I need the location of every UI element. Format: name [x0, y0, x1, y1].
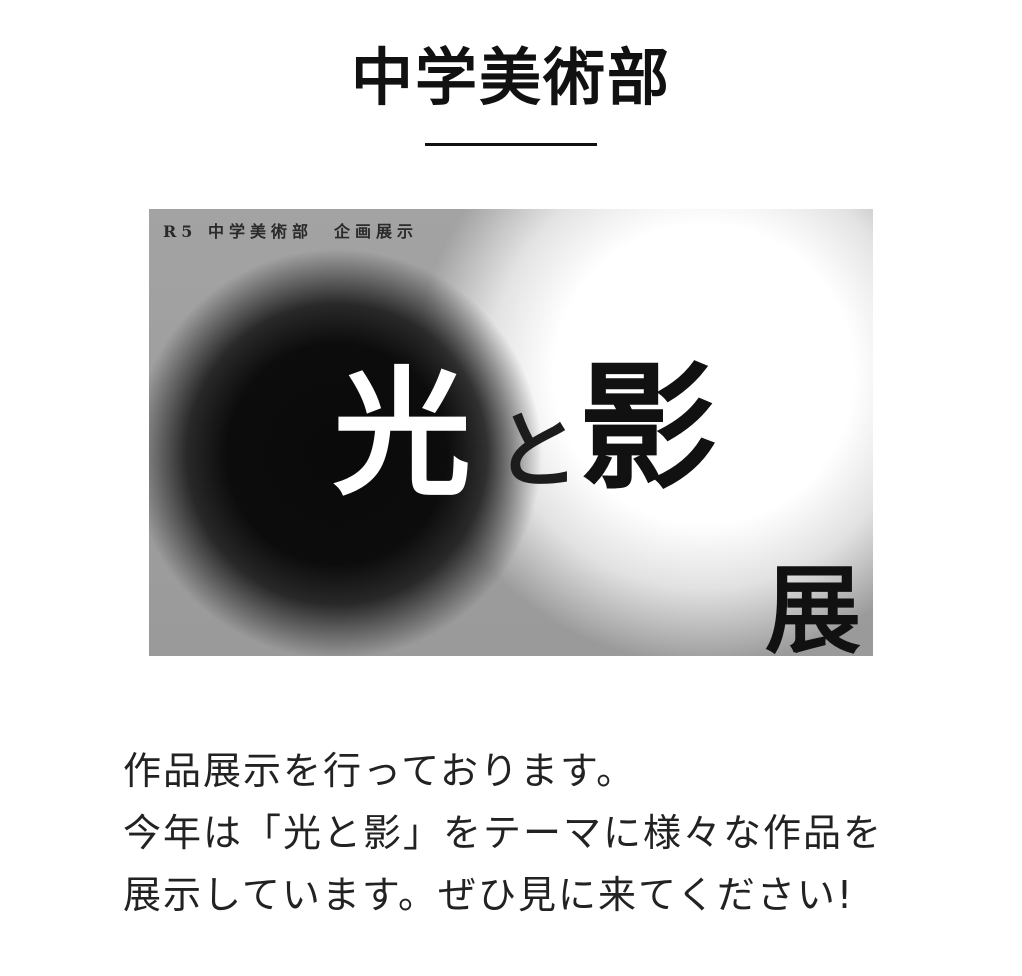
poster-word-exhibit: 展	[765, 554, 861, 657]
poster-header-text: R5 中学美術部 企画展示	[163, 222, 419, 241]
page-title: 中学美術部	[350, 41, 671, 114]
description-line: 今年は「光と影」をテーマに様々な作品を	[123, 811, 884, 855]
poster-word-light: 光	[333, 352, 472, 515]
description-text: 作品展示を行っております。 今年は「光と影」をテーマに様々な作品を 展示していま…	[123, 740, 923, 926]
description-line: 作品展示を行っております。	[123, 749, 637, 793]
exhibition-poster-image: R5 中学美術部 企画展示 光 と 影 展	[149, 209, 873, 656]
poster-word-shadow: 影	[579, 346, 718, 509]
title-underline	[425, 143, 597, 146]
description-line: 展示しています。ぜひ見に来てください!	[123, 873, 855, 917]
poster-word-to: と	[495, 401, 580, 500]
